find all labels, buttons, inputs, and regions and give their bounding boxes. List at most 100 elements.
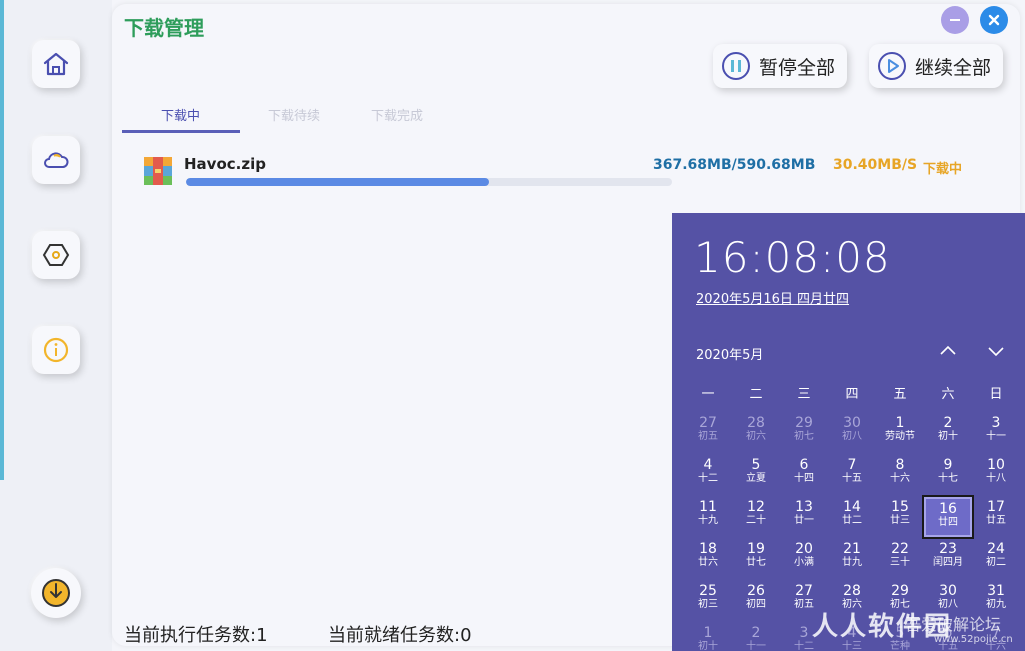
day-number: 3 — [991, 415, 1001, 431]
calendar-day[interactable]: 18 廿六 — [684, 539, 732, 579]
calendar-day[interactable]: 14 廿二 — [828, 497, 876, 537]
day-number: 26 — [747, 583, 765, 599]
day-number: 20 — [795, 541, 813, 557]
day-number: 25 — [699, 583, 717, 599]
file-name: Havoc.zip — [184, 155, 266, 173]
lunar-date: 廿四 — [938, 517, 958, 528]
zip-archive-icon — [144, 157, 172, 185]
lunar-date: 初五 — [698, 431, 718, 442]
calendar-day[interactable]: 24 初二 — [972, 539, 1020, 579]
calendar-day[interactable]: 23 闰四月 — [924, 539, 972, 579]
download-icon — [42, 579, 70, 607]
sidebar-cloud-button[interactable] — [32, 136, 80, 184]
day-number: 29 — [891, 583, 909, 599]
day-number: 30 — [939, 583, 957, 599]
tab-pending[interactable]: 下载待续 — [268, 105, 320, 124]
sidebar-download-button[interactable] — [31, 568, 81, 618]
day-number: 4 — [703, 457, 713, 473]
calendar-day[interactable]: 11 十九 — [684, 497, 732, 537]
calendar-day[interactable]: 2 十一 — [732, 623, 780, 651]
calendar-day[interactable]: 3 十一 — [972, 413, 1020, 453]
sidebar-settings-button[interactable] — [32, 231, 80, 279]
chevron-up-icon[interactable] — [938, 341, 958, 361]
weekday-header: 六 — [941, 387, 955, 402]
calendar-day[interactable]: 21 廿九 — [828, 539, 876, 579]
page-title: 下载管理 — [124, 16, 204, 40]
lunar-date: 劳动节 — [885, 431, 915, 442]
download-status: 下载中 — [923, 162, 963, 177]
lunar-date: 廿三 — [890, 515, 910, 526]
day-number: 8 — [895, 457, 905, 473]
lunar-date: 初十 — [698, 641, 718, 651]
info-icon — [43, 337, 69, 363]
calendar-day[interactable]: 17 廿五 — [972, 497, 1020, 537]
sidebar-info-button[interactable] — [32, 326, 80, 374]
day-number: 24 — [987, 541, 1005, 557]
resume-all-button[interactable]: 继续全部 — [869, 44, 1004, 88]
day-number: 11 — [699, 499, 717, 515]
tab-downloading[interactable]: 下载中 — [161, 105, 200, 124]
lunar-date: 十五 — [842, 473, 862, 484]
day-number: 29 — [795, 415, 813, 431]
download-size: 367.68MB/590.68MB — [653, 157, 816, 173]
calendar-day[interactable]: 20 小满 — [780, 539, 828, 579]
lunar-date: 初八 — [842, 431, 862, 442]
lunar-date: 十七 — [938, 473, 958, 484]
download-progress-bar — [186, 178, 672, 186]
day-number: 1 — [895, 415, 905, 431]
calendar-day[interactable]: 15 廿三 — [876, 497, 924, 537]
home-icon — [43, 52, 69, 76]
close-button[interactable] — [980, 6, 1008, 34]
day-number: 5 — [751, 457, 761, 473]
calendar-day[interactable]: 12 二十 — [732, 497, 780, 537]
lunar-date: 十六 — [890, 473, 910, 484]
calendar-day[interactable]: 30 初八 — [828, 413, 876, 453]
calendar-day[interactable]: 19 廿七 — [732, 539, 780, 579]
weekday-header: 日 — [989, 387, 1003, 402]
calendar-day[interactable]: 1 初十 — [684, 623, 732, 651]
day-number: 16 — [939, 501, 957, 517]
lunar-date: 十九 — [698, 515, 718, 526]
calendar-day[interactable]: 22 三十 — [876, 539, 924, 579]
calendar-day[interactable]: 1 劳动节 — [876, 413, 924, 453]
calendar-day[interactable]: 9 十七 — [924, 455, 972, 495]
lunar-date: 初七 — [794, 431, 814, 442]
weekday-header: 三 — [797, 387, 811, 402]
calendar-month-label[interactable]: 2020年5月 — [696, 344, 763, 363]
calendar-day[interactable]: 10 十八 — [972, 455, 1020, 495]
day-number: 15 — [891, 499, 909, 515]
calendar-day[interactable]: 28 初六 — [732, 413, 780, 453]
lunar-date: 十八 — [986, 473, 1006, 484]
calendar-day[interactable]: 29 初七 — [780, 413, 828, 453]
day-number: 31 — [987, 583, 1005, 599]
day-number: 13 — [795, 499, 813, 515]
lunar-date: 初九 — [986, 599, 1006, 610]
calendar-day[interactable]: 4 十二 — [684, 455, 732, 495]
play-icon — [878, 52, 906, 80]
calendar-day[interactable]: 6 十四 — [780, 455, 828, 495]
sidebar-home-button[interactable] — [32, 40, 80, 88]
calendar-day-selected[interactable]: 16 廿四 — [922, 495, 974, 539]
calendar-flyout: 16:08:08 2020年5月16日 四月廿四 2020年5月 一 二 三 四 五 六 日… — [672, 213, 1025, 651]
calendar-day[interactable]: 7 十五 — [828, 455, 876, 495]
lunar-date: 立夏 — [746, 473, 766, 484]
full-date-link[interactable]: 2020年5月16日 四月廿四 — [696, 288, 849, 307]
calendar-day[interactable]: 13 廿一 — [780, 497, 828, 537]
calendar-day[interactable]: 8 十六 — [876, 455, 924, 495]
tab-completed[interactable]: 下载完成 — [371, 105, 423, 124]
calendar-day[interactable]: 25 初三 — [684, 581, 732, 621]
day-number: 27 — [699, 415, 717, 431]
day-number: 28 — [747, 415, 765, 431]
calendar-day[interactable]: 5 立夏 — [732, 455, 780, 495]
chevron-down-icon[interactable] — [986, 341, 1006, 361]
lunar-date: 廿九 — [842, 557, 862, 568]
minimize-button[interactable] — [941, 6, 969, 34]
lunar-date: 初四 — [746, 599, 766, 610]
pause-all-button[interactable]: 暂停全部 — [713, 44, 848, 88]
download-speed: 30.40MB/S — [833, 157, 918, 173]
calendar-day[interactable]: 27 初五 — [684, 413, 732, 453]
calendar-day[interactable]: 2 初十 — [924, 413, 972, 453]
calendar-day[interactable]: 26 初四 — [732, 581, 780, 621]
day-number: 30 — [843, 415, 861, 431]
lunar-date: 十四 — [794, 473, 814, 484]
